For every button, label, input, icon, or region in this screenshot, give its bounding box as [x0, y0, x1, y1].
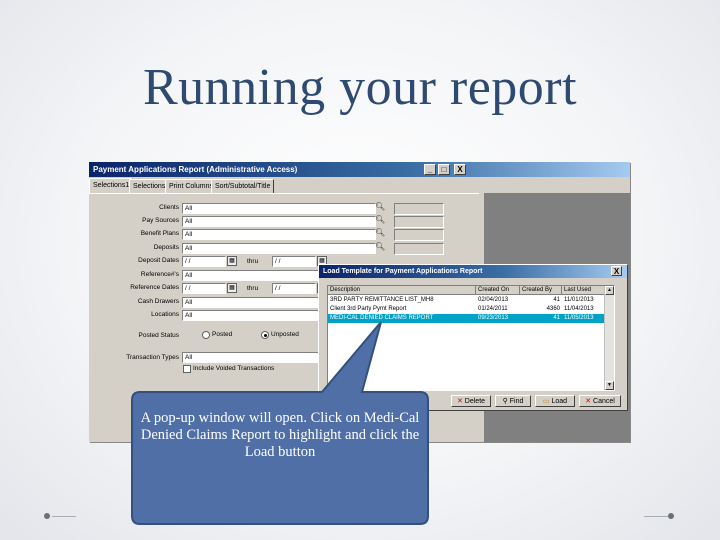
decorative-dot-left [44, 513, 50, 519]
decorative-line-left [52, 516, 76, 517]
decorative-dot-right [668, 513, 674, 519]
decorative-line-right [644, 516, 668, 517]
callout-text: A pop-up window will open. Click on Medi… [140, 410, 420, 460]
